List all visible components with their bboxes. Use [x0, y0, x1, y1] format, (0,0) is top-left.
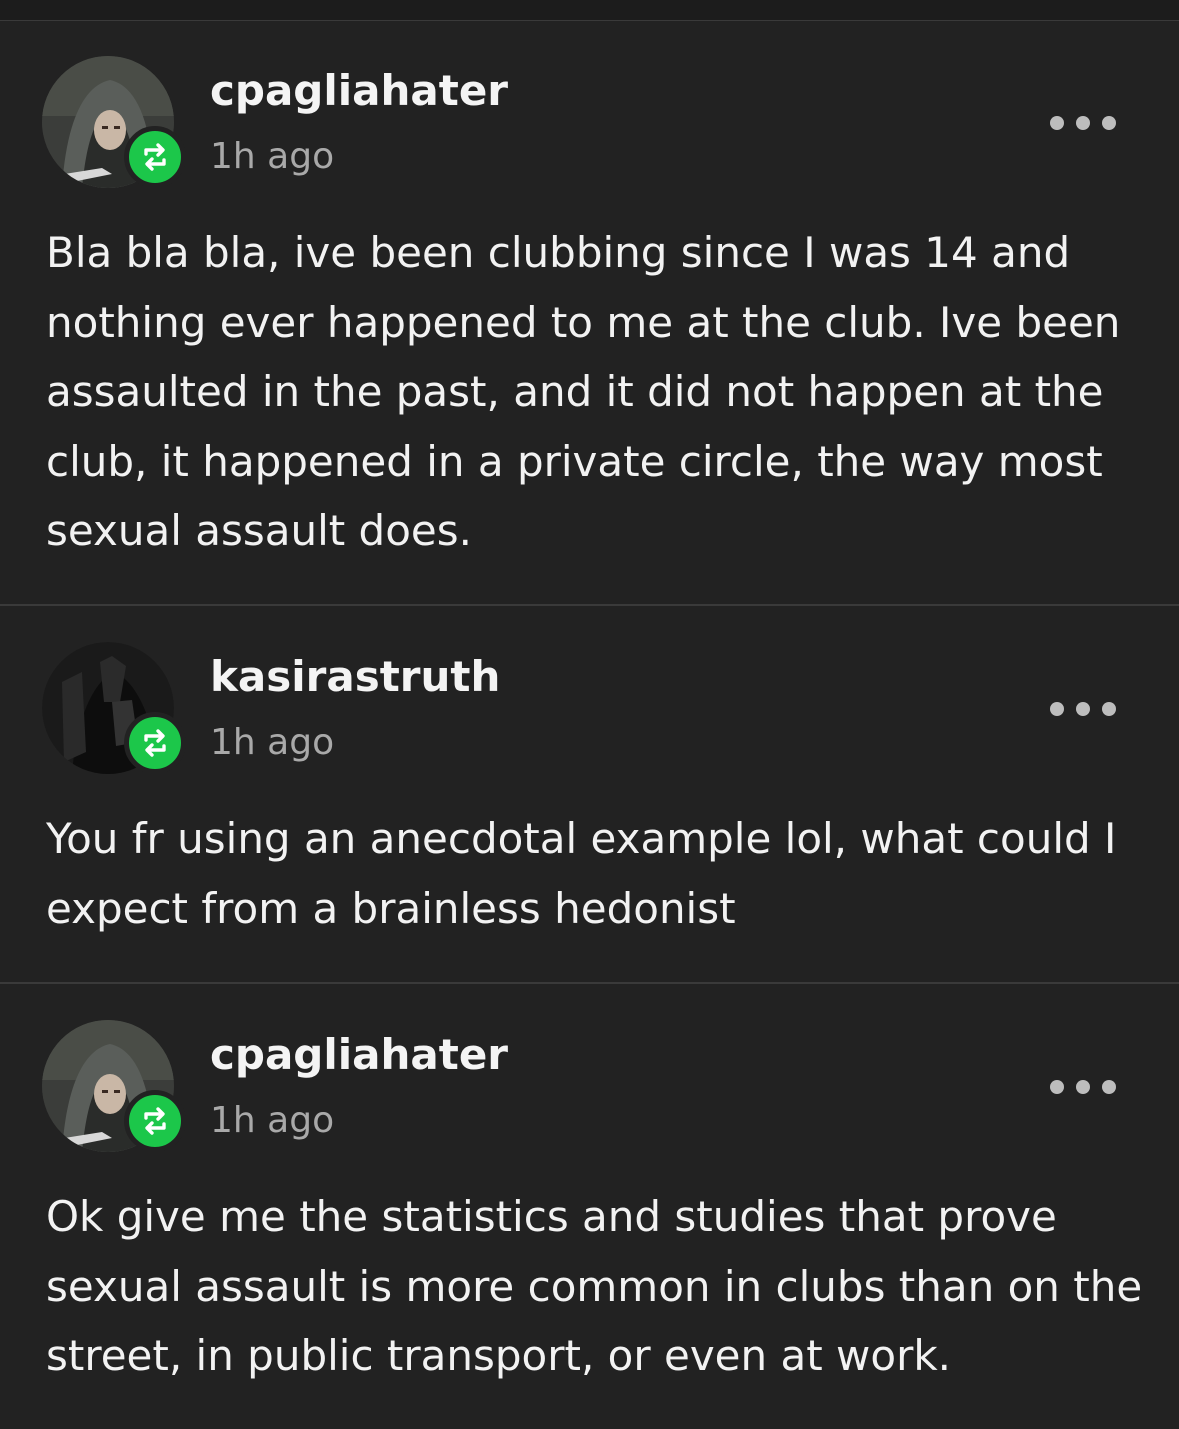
reblog-badge: [124, 712, 186, 774]
username[interactable]: cpagliahater: [210, 66, 508, 115]
username[interactable]: kasirastruth: [210, 652, 500, 701]
post-text: You fr using an anecdotal example lol, w…: [46, 814, 1117, 933]
username[interactable]: cpagliahater: [210, 1030, 508, 1079]
more-options-icon[interactable]: [1050, 694, 1116, 724]
reblog-post: cpagliahater 1h ago Ok give me the stati…: [0, 982, 1179, 1429]
timestamp: 1h ago: [210, 136, 335, 177]
dot: [1076, 116, 1090, 130]
reblog-post: cpagliahater 1h ago Bla bla bla, ive bee…: [0, 20, 1179, 605]
dot: [1102, 702, 1116, 716]
timestamp: 1h ago: [210, 1100, 335, 1141]
timestamp: 1h ago: [210, 722, 335, 763]
post-text: Bla bla bla, ive been clubbing since I w…: [46, 228, 1121, 555]
more-options-icon[interactable]: [1050, 108, 1116, 138]
reblog-icon: [144, 143, 166, 171]
reblog-icon: [144, 729, 166, 757]
dot: [1102, 1080, 1116, 1094]
reblog-icon: [144, 1107, 166, 1135]
dot: [1102, 116, 1116, 130]
reblog-post: kasirastruth 1h ago You fr using an anec…: [0, 604, 1179, 984]
dot: [1076, 1080, 1090, 1094]
post-text: Ok give me the statistics and studies th…: [46, 1192, 1143, 1380]
reblog-badge: [124, 1090, 186, 1152]
dot: [1050, 702, 1064, 716]
dot: [1050, 116, 1064, 130]
dot: [1050, 1080, 1064, 1094]
top-edge: [0, 0, 1179, 21]
dot: [1076, 702, 1090, 716]
more-options-icon[interactable]: [1050, 1072, 1116, 1102]
reblog-badge: [124, 126, 186, 188]
